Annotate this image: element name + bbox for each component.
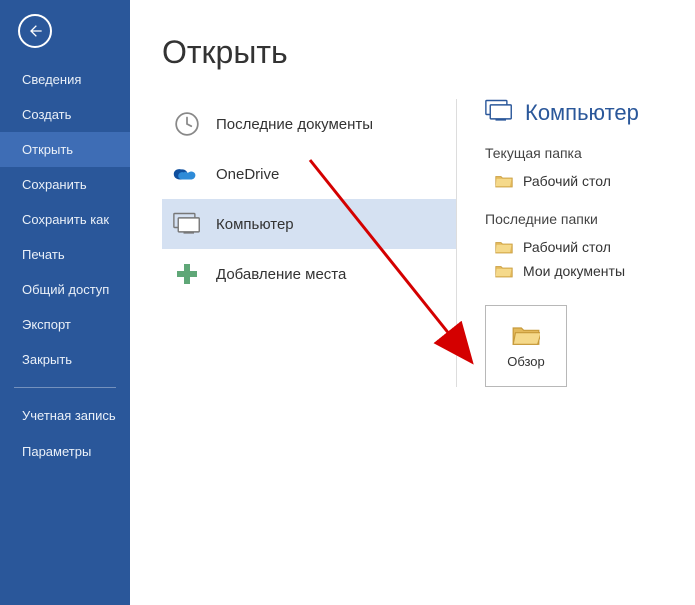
location-onedrive[interactable]: OneDrive: [162, 149, 456, 199]
nav-open[interactable]: Открыть: [0, 132, 130, 167]
browse-label: Обзор: [507, 354, 545, 369]
computer-icon: [172, 209, 202, 239]
folder-icon: [495, 174, 513, 188]
main-panel: Открыть Последние документы OneDrive Ком…: [130, 0, 695, 605]
location-label: OneDrive: [216, 166, 279, 183]
nav-print[interactable]: Печать: [0, 237, 130, 272]
nav-save[interactable]: Сохранить: [0, 167, 130, 202]
current-folder-section: Текущая папка: [485, 145, 675, 161]
nav-options[interactable]: Параметры: [0, 434, 130, 469]
plus-icon: [172, 259, 202, 289]
right-panel: Компьютер Текущая папка Рабочий стол Пос…: [485, 99, 695, 387]
location-label: Добавление места: [216, 266, 346, 283]
folder-label: Рабочий стол: [523, 173, 611, 189]
location-label: Компьютер: [216, 216, 294, 233]
folder-recent[interactable]: Рабочий стол: [485, 235, 675, 259]
computer-icon: [485, 99, 513, 127]
nav-info[interactable]: Сведения: [0, 62, 130, 97]
locations-list: Последние документы OneDrive Компьютер Д…: [162, 99, 456, 387]
folder-current[interactable]: Рабочий стол: [485, 169, 675, 193]
folder-icon: [495, 240, 513, 254]
right-header: Компьютер: [485, 99, 675, 127]
page-title: Открыть: [162, 34, 695, 71]
onedrive-icon: [172, 159, 202, 189]
clock-icon: [172, 109, 202, 139]
nav-separator: [14, 387, 116, 388]
location-computer[interactable]: Компьютер: [162, 199, 456, 249]
location-add-place[interactable]: Добавление места: [162, 249, 456, 299]
folder-label: Рабочий стол: [523, 239, 611, 255]
arrow-left-icon: [27, 23, 43, 39]
nav-close[interactable]: Закрыть: [0, 342, 130, 377]
location-label: Последние документы: [216, 116, 373, 133]
backstage-sidebar: Сведения Создать Открыть Сохранить Сохра…: [0, 0, 130, 605]
nav-save-as[interactable]: Сохранить как: [0, 202, 130, 237]
nav-account[interactable]: Учетная запись: [0, 398, 130, 434]
recent-folders-section: Последние папки: [485, 211, 675, 227]
folder-recent[interactable]: Мои документы: [485, 259, 675, 283]
location-recent[interactable]: Последние документы: [162, 99, 456, 149]
nav-new[interactable]: Создать: [0, 97, 130, 132]
browse-button[interactable]: Обзор: [485, 305, 567, 387]
nav-export[interactable]: Экспорт: [0, 307, 130, 342]
folder-open-icon: [512, 324, 540, 346]
nav-share[interactable]: Общий доступ: [0, 272, 130, 307]
right-header-title: Компьютер: [525, 100, 639, 126]
column-separator: [456, 99, 457, 387]
folder-icon: [495, 264, 513, 278]
back-button[interactable]: [18, 14, 52, 48]
folder-label: Мои документы: [523, 263, 625, 279]
